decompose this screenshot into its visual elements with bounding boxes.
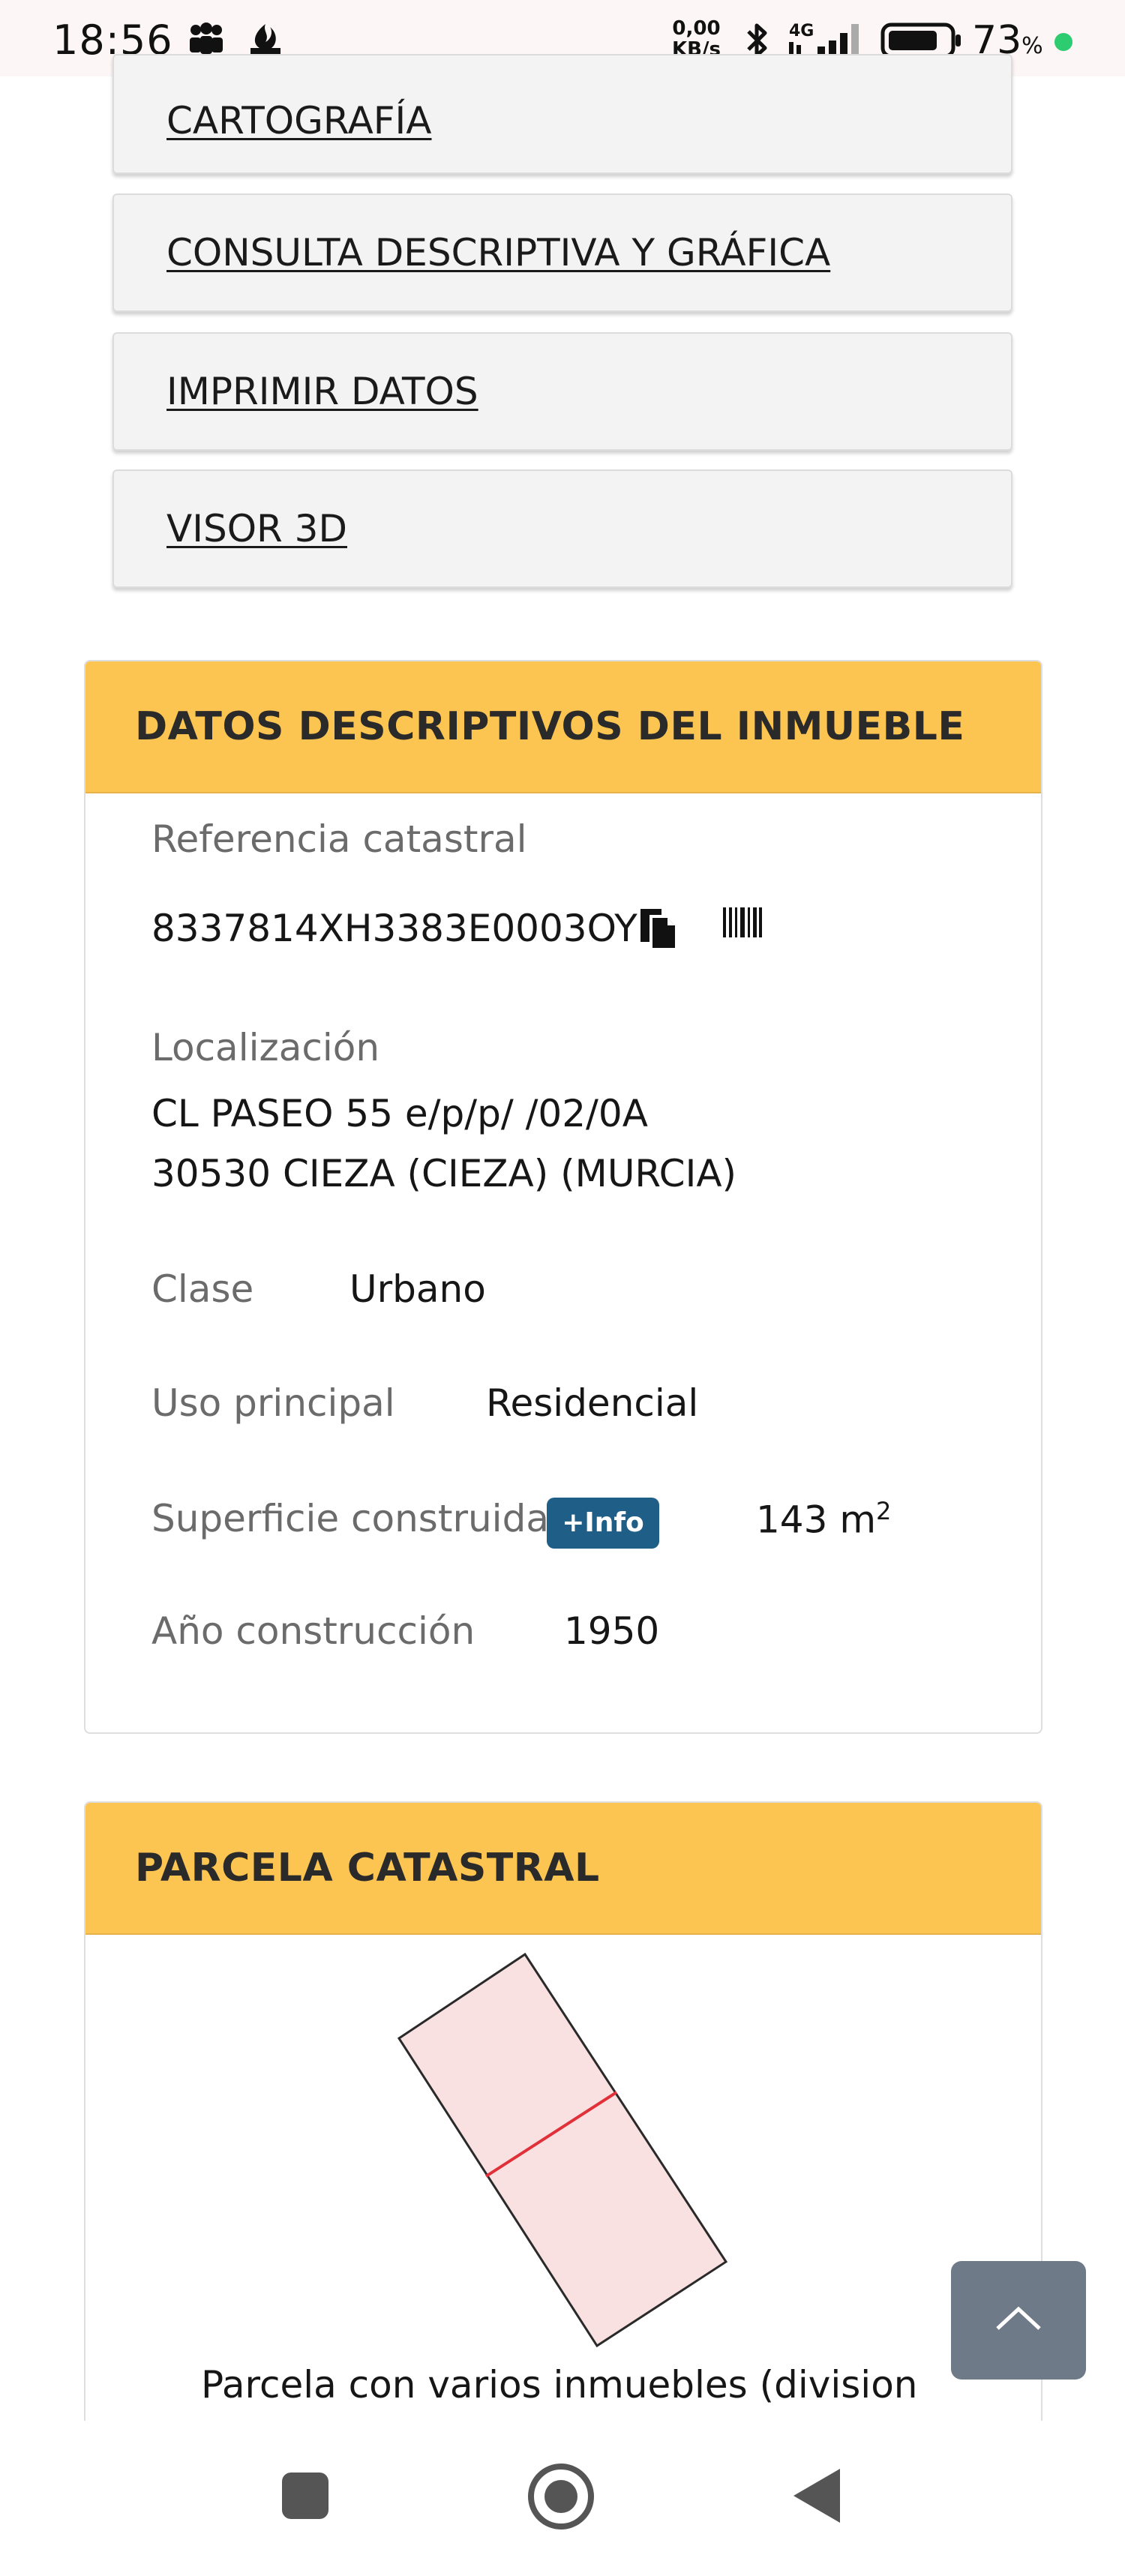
superficie-number: 143 m bbox=[756, 1498, 877, 1542]
square-icon[interactable] bbox=[280, 2471, 330, 2524]
menu-item-visor-3d[interactable]: VISOR 3D bbox=[112, 469, 1012, 588]
scroll-to-top-button[interactable] bbox=[951, 2261, 1086, 2380]
system-nav-bar bbox=[0, 2421, 1125, 2576]
parcel-map bbox=[390, 1950, 735, 2358]
superficie-value: 143 m2 bbox=[756, 1497, 891, 1542]
circle-icon[interactable] bbox=[526, 2462, 596, 2534]
panel-title: DATOS DESCRIPTIVOS DEL INMUEBLE bbox=[135, 704, 965, 749]
clase-label: Clase bbox=[152, 1267, 254, 1311]
localizacion-label: Localización bbox=[152, 1026, 380, 1069]
menu-item-imprimir[interactable]: IMPRIMIR DATOS bbox=[112, 332, 1012, 451]
triangle-back-icon[interactable] bbox=[790, 2467, 842, 2527]
anio-construccion-value: 1950 bbox=[564, 1609, 660, 1653]
info-button[interactable]: +Info bbox=[547, 1498, 659, 1549]
uso-principal-label: Uso principal bbox=[152, 1381, 395, 1425]
superficie-label: Superficie construida bbox=[152, 1497, 549, 1540]
network-type: 4G bbox=[789, 22, 814, 40]
panel-title: PARCELA CATASTRAL bbox=[135, 1846, 600, 1891]
ref-catastral-value: 8337814XH3383E0003OY bbox=[152, 907, 638, 950]
panel-header: DATOS DESCRIPTIVOS DEL INMUEBLE bbox=[86, 661, 1041, 793]
menu-item-consulta[interactable]: CONSULTA DESCRIPTIVA Y GRÁFICA bbox=[112, 193, 1012, 312]
clase-value: Urbano bbox=[350, 1267, 486, 1311]
menu-item-cartografia[interactable]: CARTOGRAFÍA bbox=[112, 54, 1012, 174]
copy-icon[interactable] bbox=[636, 906, 680, 954]
group-icon bbox=[184, 22, 228, 58]
localizacion-line-2: 30530 CIEZA (CIEZA) (MURCIA) bbox=[152, 1152, 737, 1195]
localizacion-line-1: CL PASEO 55 e/p/p/ /02/0A bbox=[152, 1092, 648, 1135]
uso-principal-value: Residencial bbox=[486, 1381, 699, 1425]
battery-percent-sign: % bbox=[1022, 33, 1043, 59]
chevron-up-icon bbox=[994, 2303, 1042, 2336]
net-speed-value: 0,00 bbox=[672, 17, 721, 40]
panel-header: PARCELA CATASTRAL bbox=[86, 1803, 1041, 1935]
barcode-icon[interactable] bbox=[723, 907, 764, 940]
superficie-unit-exponent: 2 bbox=[876, 1497, 892, 1525]
active-indicator-dot bbox=[1054, 33, 1072, 51]
ref-catastral-label: Referencia catastral bbox=[152, 817, 527, 861]
menu-item-label: CARTOGRAFÍA bbox=[166, 99, 432, 143]
menu-item-label: IMPRIMIR DATOS bbox=[166, 370, 478, 413]
menu-item-label: VISOR 3D bbox=[166, 507, 347, 550]
menu-item-label: CONSULTA DESCRIPTIVA Y GRÁFICA bbox=[166, 231, 831, 274]
anio-construccion-label: Año construcción bbox=[152, 1609, 476, 1653]
